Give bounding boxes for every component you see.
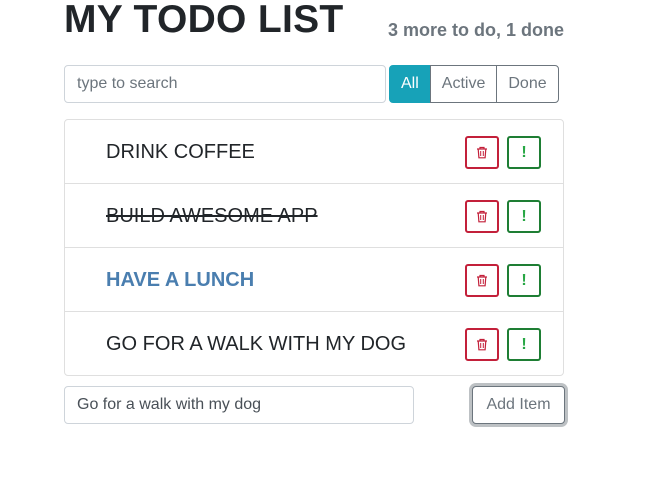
app-header: MY TODO LIST 3 more to do, 1 done xyxy=(64,0,564,60)
add-item-button[interactable]: Add Item xyxy=(472,386,565,424)
todo-item-label[interactable]: BUILD AWESOME APP xyxy=(106,184,318,248)
todo-item: HAVE A LUNCH ! xyxy=(65,248,563,312)
mark-important-button[interactable]: ! xyxy=(507,136,541,169)
search-input[interactable] xyxy=(64,65,386,103)
search-panel: All Active Done xyxy=(64,65,564,103)
mark-important-button[interactable]: ! xyxy=(507,264,541,297)
todo-item: GO FOR A WALK WITH MY DOG ! xyxy=(65,312,563,375)
status-filter: All Active Done xyxy=(389,65,559,103)
todo-item: DRINK COFFEE ! xyxy=(65,120,563,184)
new-item-input[interactable] xyxy=(64,386,414,424)
mark-important-button[interactable]: ! xyxy=(507,328,541,361)
delete-button[interactable] xyxy=(465,200,499,233)
todo-list: DRINK COFFEE ! BUILD AWESOME APP ! HAVE … xyxy=(64,119,564,376)
trash-icon xyxy=(477,146,487,159)
delete-button[interactable] xyxy=(465,264,499,297)
add-item-form: Add Item xyxy=(64,386,566,424)
trash-icon xyxy=(477,274,487,287)
todo-item-label[interactable]: DRINK COFFEE xyxy=(106,120,255,184)
trash-icon xyxy=(477,338,487,351)
delete-button[interactable] xyxy=(465,136,499,169)
filter-all-button[interactable]: All xyxy=(389,65,431,103)
todo-status-count: 3 more to do, 1 done xyxy=(387,20,564,40)
mark-important-button[interactable]: ! xyxy=(507,200,541,233)
todo-app: MY TODO LIST 3 more to do, 1 done All Ac… xyxy=(64,0,565,424)
filter-done-button[interactable]: Done xyxy=(496,65,559,103)
todo-item-label[interactable]: HAVE A LUNCH xyxy=(106,248,254,312)
page-title: MY TODO LIST xyxy=(64,0,344,41)
todo-item-label[interactable]: GO FOR A WALK WITH MY DOG xyxy=(106,312,406,376)
delete-button[interactable] xyxy=(465,328,499,361)
trash-icon xyxy=(477,210,487,223)
filter-active-button[interactable]: Active xyxy=(429,65,498,103)
todo-item: BUILD AWESOME APP ! xyxy=(65,184,563,248)
